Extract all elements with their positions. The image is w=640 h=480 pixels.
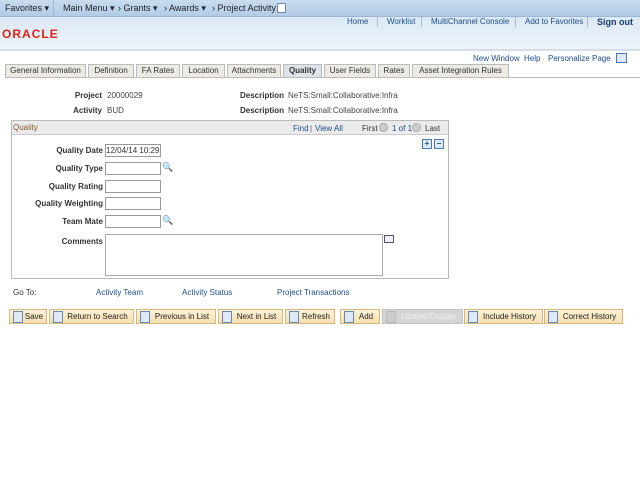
tab-fa-rates[interactable]: FA Rates xyxy=(136,64,180,78)
main-menu[interactable]: Main Menu ▾ xyxy=(63,3,115,14)
comments-label: Comments xyxy=(61,237,103,246)
next-in-list-button[interactable]: Next in List xyxy=(218,309,283,324)
view-all-link[interactable]: View All xyxy=(315,124,343,133)
personalize-page-link[interactable]: Personalize Page xyxy=(548,54,611,63)
personalize-grid-icon[interactable] xyxy=(616,53,627,63)
page-search-icon[interactable] xyxy=(277,3,286,13)
sign-out-link[interactable]: Sign out xyxy=(597,17,633,27)
activity-label: Activity xyxy=(73,106,102,115)
row-count: 1 of 1 xyxy=(392,124,413,133)
first-label: First xyxy=(362,124,378,133)
activity-status-link[interactable]: Activity Status xyxy=(182,288,232,297)
tab-baseline xyxy=(5,77,640,78)
tab-attachments[interactable]: Attachments xyxy=(227,64,281,78)
quality-section-header: Quality Find | View All First 1 of 1 Las… xyxy=(12,121,448,135)
quality-type-input[interactable] xyxy=(105,162,161,175)
correct-history-label: Correct History xyxy=(562,312,617,321)
breadcrumb-awards[interactable]: › Awards ▾ xyxy=(164,3,206,14)
quality-type-lookup-icon[interactable]: 🔍 xyxy=(162,162,173,173)
add-to-favorites-link[interactable]: Add to Favorites xyxy=(525,17,583,26)
team-mate-label: Team Mate xyxy=(62,217,103,226)
project-description-value: NeTS:Small:Collaborative:Infra xyxy=(288,91,398,100)
activity-description-label: Description xyxy=(239,106,284,115)
team-mate-input[interactable] xyxy=(105,215,161,228)
return-to-search-button[interactable]: Return to Search xyxy=(49,309,134,324)
update-display-button[interactable]: Update/Display xyxy=(382,309,463,324)
tab-asset-integration-rules[interactable]: Asset Integration Rules xyxy=(412,64,509,78)
expand-comments-icon[interactable] xyxy=(384,235,394,243)
previous-in-list-label: Previous in List xyxy=(154,312,210,321)
activity-team-link[interactable]: Activity Team xyxy=(96,288,143,297)
tab-location[interactable]: Location xyxy=(182,64,225,78)
activity-description-value: NeTS:Small:Collaborative:Infra xyxy=(288,106,398,115)
add-label: Add xyxy=(358,312,374,321)
save-button[interactable]: Save xyxy=(9,309,47,324)
tab-general-information[interactable]: General Information xyxy=(5,64,86,78)
last-label: Last xyxy=(425,124,441,133)
nav-bar: Favorites ▾ Main Menu ▾ › Grants ▾ › Awa… xyxy=(0,0,640,17)
tab-user-fields[interactable]: User Fields xyxy=(324,64,376,78)
project-description-label: Description xyxy=(239,91,284,100)
comments-textarea[interactable] xyxy=(105,234,383,276)
refresh-button[interactable]: Refresh xyxy=(285,309,335,324)
quality-rating-label: Quality Rating xyxy=(48,182,103,191)
oracle-logo: ORACLE xyxy=(2,27,59,41)
add-row-icon[interactable]: + xyxy=(422,139,432,149)
help-link[interactable]: Help xyxy=(524,54,540,63)
save-button-label: Save xyxy=(24,312,44,321)
tab-rates[interactable]: Rates xyxy=(378,64,410,78)
team-mate-lookup-icon[interactable]: 🔍 xyxy=(162,215,173,226)
goto-label: Go To: xyxy=(13,288,37,297)
favorites-menu[interactable]: Favorites ▾ xyxy=(5,3,49,14)
quality-date-input[interactable]: 12/04/14 10:29 xyxy=(105,144,161,157)
worklist-link[interactable]: Worklist xyxy=(387,17,415,26)
quality-weighting-label: Quality Weighting xyxy=(35,199,103,208)
quality-date-label: Quality Date xyxy=(56,146,103,155)
tab-quality[interactable]: Quality xyxy=(283,64,322,78)
find-link[interactable]: Find xyxy=(293,124,309,133)
project-label: Project xyxy=(74,91,102,100)
quality-weighting-input[interactable] xyxy=(105,197,161,210)
activity-value: BUD xyxy=(107,106,124,115)
new-window-link[interactable]: New Window xyxy=(473,54,520,63)
include-history-button[interactable]: Include History xyxy=(464,309,543,324)
tab-definition[interactable]: Definition xyxy=(88,64,134,78)
next-in-list-label: Next in List xyxy=(236,312,277,321)
multichannel-console-link[interactable]: MultiChannel Console xyxy=(431,17,509,26)
home-link[interactable]: Home xyxy=(347,17,368,26)
include-history-label: Include History xyxy=(483,312,536,321)
project-transactions-link[interactable]: Project Transactions xyxy=(277,288,349,297)
previous-in-list-button[interactable]: Previous in List xyxy=(136,309,216,324)
project-value: 20000029 xyxy=(107,91,143,100)
next-row-icon[interactable] xyxy=(412,123,421,132)
update-display-label: Update/Display xyxy=(401,312,456,321)
quality-rating-input[interactable] xyxy=(105,180,161,193)
header: Home Worklist MultiChannel Console Add t… xyxy=(0,17,640,51)
breadcrumb-grants[interactable]: › Grants ▾ xyxy=(118,3,158,14)
previous-row-icon[interactable] xyxy=(379,123,388,132)
correct-history-button[interactable]: Correct History xyxy=(544,309,623,324)
add-button[interactable]: Add xyxy=(340,309,380,324)
breadcrumb-project-activity[interactable]: › Project Activity xyxy=(212,3,276,13)
quality-type-label: Quality Type xyxy=(55,164,103,173)
return-to-search-label: Return to Search xyxy=(67,312,128,321)
divider xyxy=(53,0,54,16)
delete-row-icon[interactable]: − xyxy=(434,139,444,149)
refresh-label: Refresh xyxy=(301,312,330,321)
quality-title: Quality xyxy=(13,123,38,132)
divider: | xyxy=(310,124,313,133)
